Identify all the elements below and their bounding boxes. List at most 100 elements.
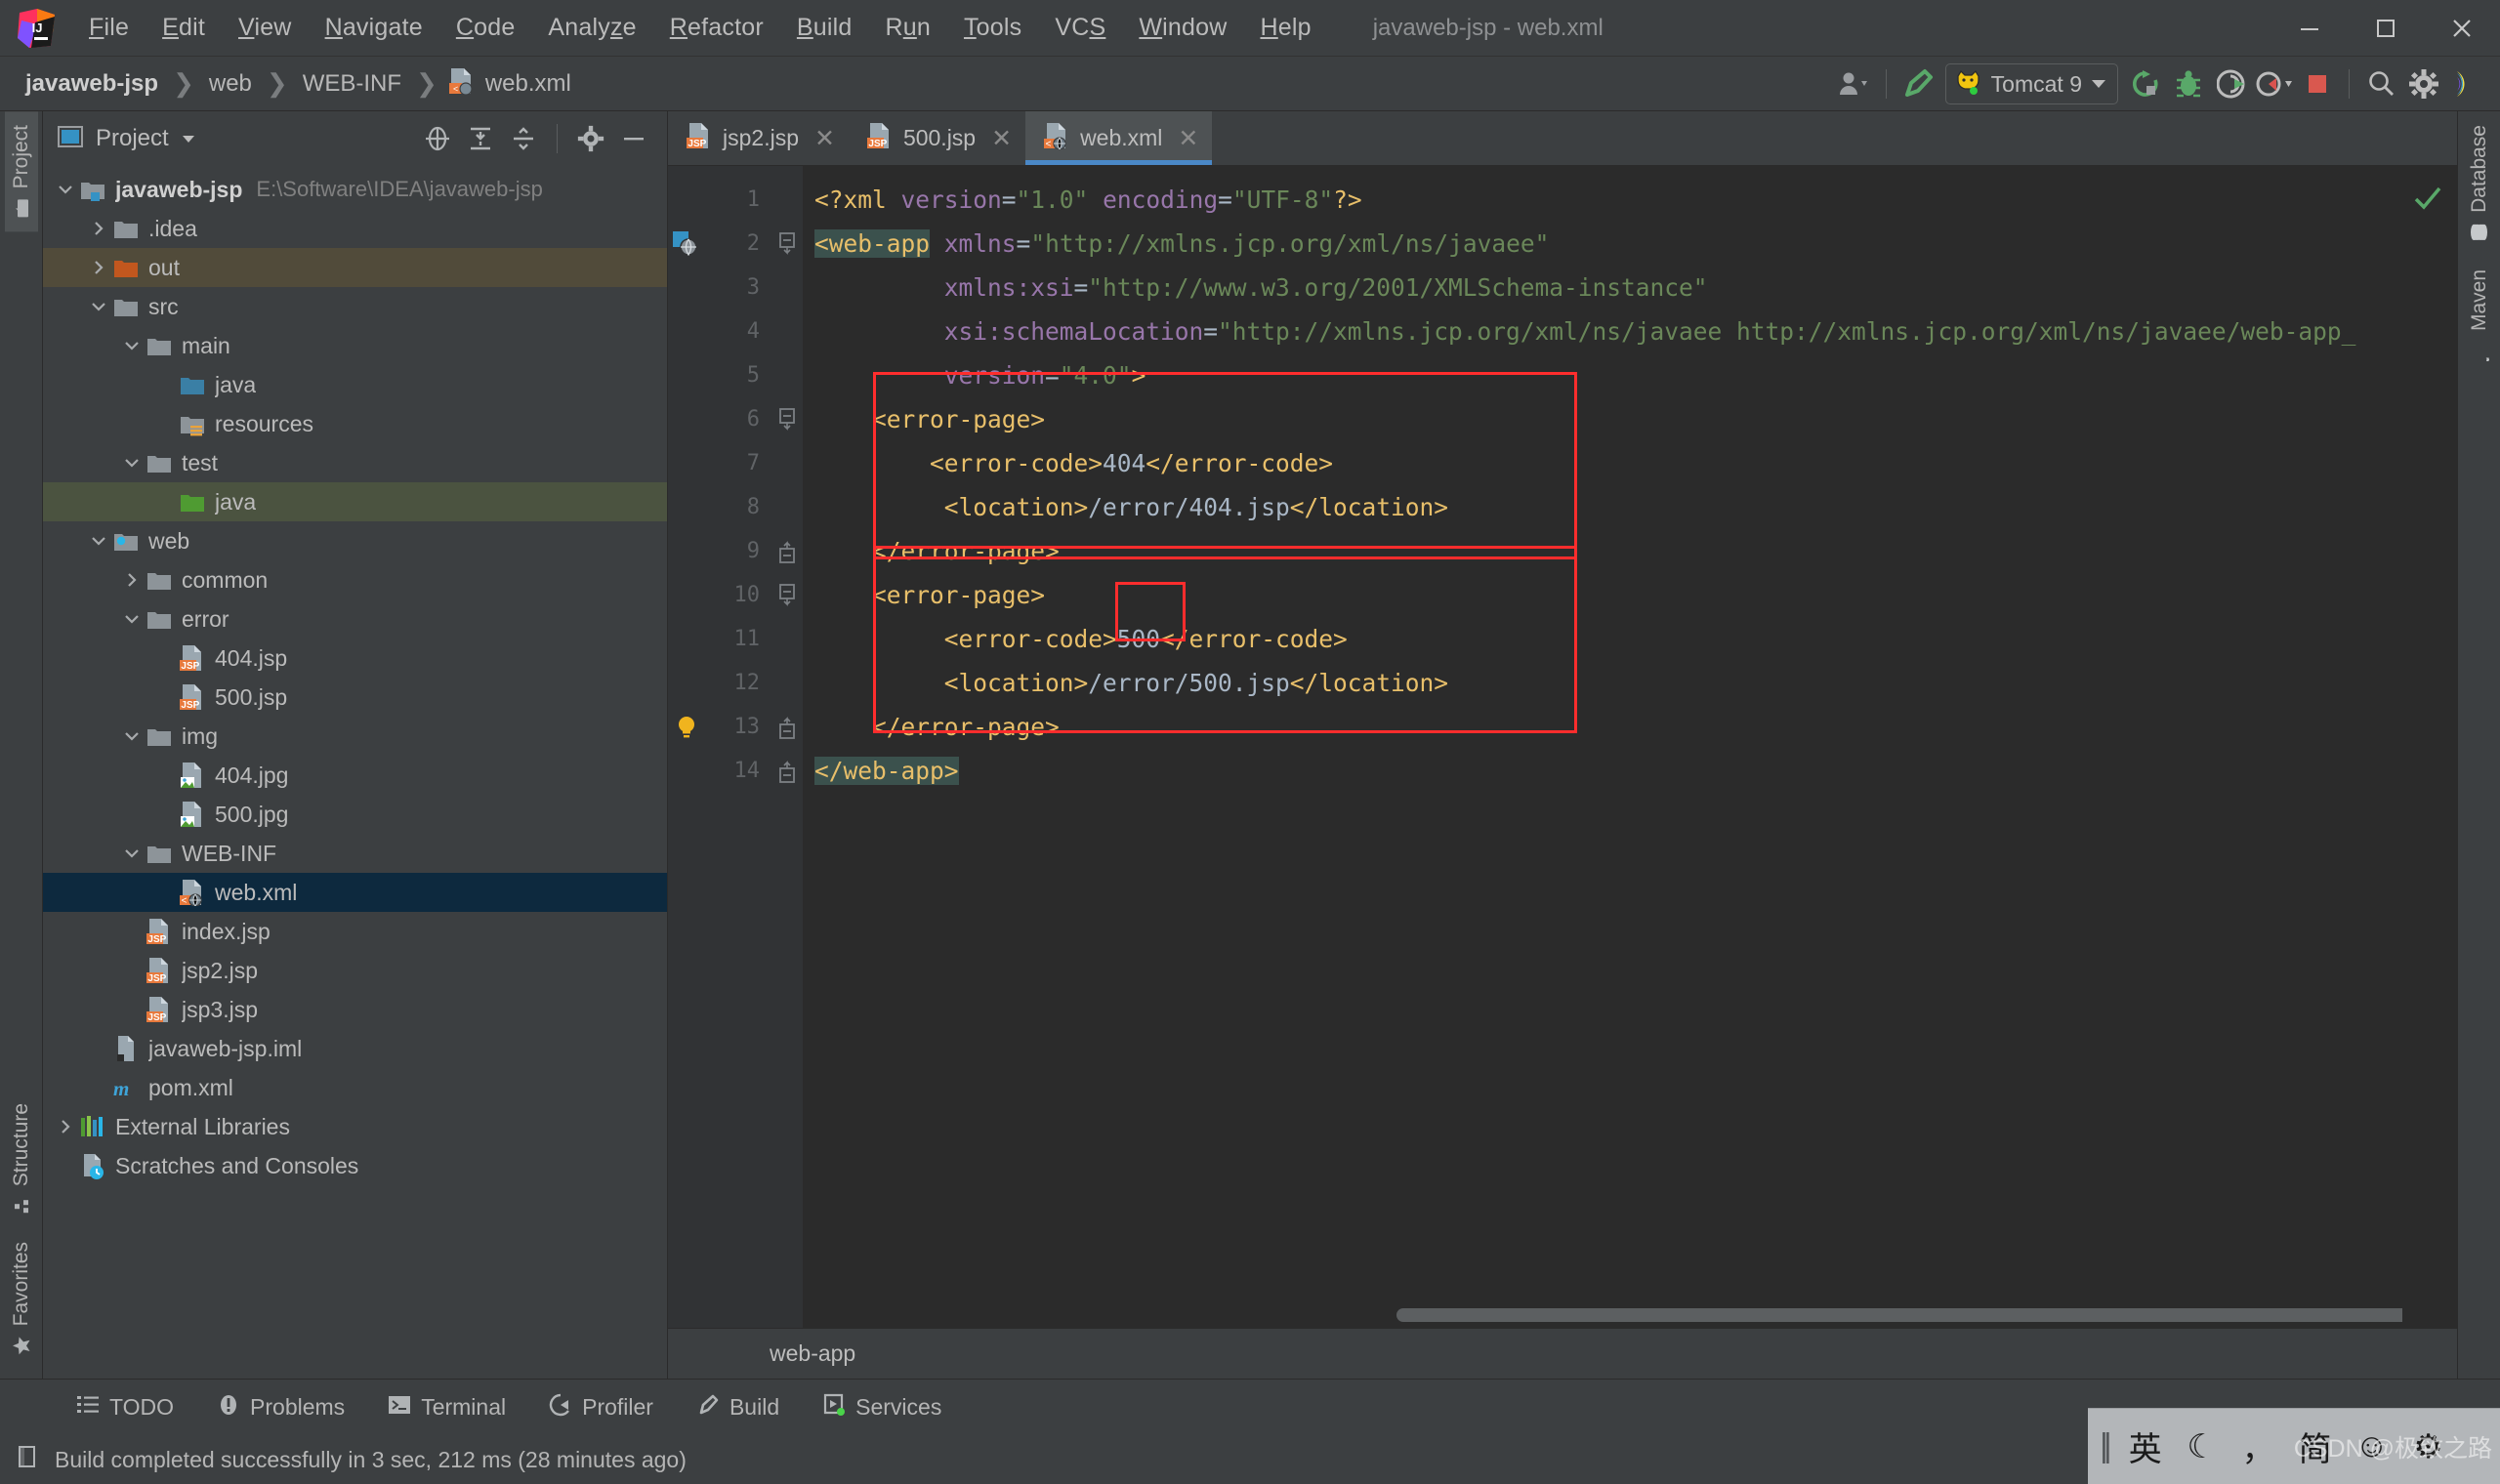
line-number[interactable]: 1 xyxy=(668,178,773,222)
intention-bulb-icon[interactable] xyxy=(672,705,701,749)
tree-node-scratches-and-consoles[interactable]: Scratches and Consoles xyxy=(43,1146,667,1185)
code-line[interactable]: <error-page> xyxy=(803,573,2402,617)
line-number[interactable]: 12 xyxy=(668,661,773,705)
menu-item-window[interactable]: Window xyxy=(1122,8,1243,48)
xml-descriptor-gutter-icon[interactable] xyxy=(672,222,701,266)
code-line[interactable]: <location>/error/500.jsp</location> xyxy=(803,661,2402,705)
line-number[interactable]: 6 xyxy=(668,397,773,441)
tree-node-index-jsp[interactable]: JSP index.jsp xyxy=(43,912,667,951)
tree-node-javaweb-jsp-iml[interactable]: javaweb-jsp.iml xyxy=(43,1029,667,1068)
menu-item-file[interactable]: File xyxy=(72,8,146,48)
line-number[interactable]: 13 xyxy=(668,705,773,749)
editor-tab-jsp2-jsp[interactable]: JSP jsp2.jsp ✕ xyxy=(668,111,849,165)
code-line[interactable]: </error-page> xyxy=(803,529,2402,573)
tree-node-web-xml[interactable]: < web.xml xyxy=(43,873,667,912)
hide-icon[interactable] xyxy=(614,119,653,158)
tree-node-resources[interactable]: resources xyxy=(43,404,667,443)
chevron-down-icon[interactable] xyxy=(119,725,145,747)
rerun-icon[interactable] xyxy=(2124,61,2167,107)
tree-node-web-inf[interactable]: WEB-INF xyxy=(43,834,667,873)
ime-settings-icon[interactable]: ⚙ xyxy=(2400,1419,2457,1475)
breadcrumb-item-web[interactable]: web xyxy=(205,68,256,100)
gear-icon[interactable] xyxy=(571,119,610,158)
tree-node-500-jpg[interactable]: 500.jpg xyxy=(43,795,667,834)
sidebar-tab-favorites[interactable]: Favorites xyxy=(5,1228,38,1369)
settings-icon[interactable] xyxy=(2402,61,2445,107)
code-line[interactable]: </error-page> xyxy=(803,705,2402,749)
sidebar-tab-structure[interactable]: Structure xyxy=(5,1090,38,1227)
fold-marker[interactable] xyxy=(773,529,803,573)
breadcrumb-item-project[interactable]: javaweb-jsp xyxy=(21,68,162,100)
tree-node-jsp2-jsp[interactable]: JSP jsp2.jsp xyxy=(43,951,667,990)
code-line[interactable]: version="4.0"> xyxy=(803,353,2402,397)
tree-node-404-jpg[interactable]: 404.jpg xyxy=(43,756,667,795)
chevron-down-icon[interactable] xyxy=(53,179,78,200)
line-number[interactable]: 5 xyxy=(668,353,773,397)
stop-icon[interactable] xyxy=(2296,61,2339,107)
ime-drag-handle[interactable]: || xyxy=(2096,1427,2117,1465)
code-line[interactable]: <location>/error/404.jsp</location> xyxy=(803,485,2402,529)
menu-item-analyze[interactable]: Analyze xyxy=(531,8,652,48)
code-line[interactable]: <?xml version="1.0" encoding="UTF-8"?> xyxy=(803,178,2402,222)
main-toolbar[interactable]: Tomcat 9 xyxy=(1833,57,2488,111)
run-coverage-icon[interactable] xyxy=(2210,61,2253,107)
maximize-button[interactable] xyxy=(2348,0,2424,57)
editor-tabs[interactable]: JSP jsp2.jsp ✕ JSP 500.jsp ✕ < web.xml ✕ xyxy=(668,111,2457,166)
code-line[interactable]: xmlns:xsi="http://www.w3.org/2001/XMLSch… xyxy=(803,266,2402,309)
horizontal-scrollbar[interactable] xyxy=(908,1308,2402,1322)
code-line[interactable]: <error-code>404</error-code> xyxy=(803,441,2402,485)
tree-node--idea[interactable]: .idea xyxy=(43,209,667,248)
menu-item-tools[interactable]: Tools xyxy=(947,8,1038,48)
expand-all-icon[interactable] xyxy=(461,119,500,158)
user-icon[interactable] xyxy=(1833,61,1876,107)
breadcrumb-item-webinf[interactable]: WEB-INF xyxy=(299,68,405,100)
chevron-down-icon[interactable] xyxy=(119,843,145,864)
menu-item-navigate[interactable]: Navigate xyxy=(309,8,439,48)
tool-window-todo[interactable]: TODO xyxy=(55,1387,195,1428)
menu-item-edit[interactable]: Edit xyxy=(146,8,222,48)
line-number[interactable]: 4 xyxy=(668,309,773,353)
line-number[interactable]: 8 xyxy=(668,485,773,529)
menu-item-refactor[interactable]: Refactor xyxy=(653,8,780,48)
menu-item-code[interactable]: Code xyxy=(439,8,532,48)
editor-tab-500-jsp[interactable]: JSP 500.jsp ✕ xyxy=(849,111,1025,165)
fold-marker[interactable] xyxy=(773,749,803,793)
fold-marker[interactable] xyxy=(773,222,803,266)
tree-node-web[interactable]: web xyxy=(43,521,667,560)
sidebar-tab-project[interactable]: Project xyxy=(4,111,38,232)
updates-icon[interactable] xyxy=(2445,61,2488,107)
close-icon[interactable]: ✕ xyxy=(814,124,835,153)
code-content[interactable]: <?xml version="1.0" encoding="UTF-8"?> <w… xyxy=(803,166,2402,1328)
ime-moon-icon[interactable]: ☾ xyxy=(2174,1419,2230,1475)
line-number[interactable]: 3 xyxy=(668,266,773,309)
sidebar-tab-database[interactable]: Database xyxy=(2463,111,2496,256)
tool-window-build[interactable]: Build xyxy=(675,1387,801,1428)
project-view-chevron-down-icon[interactable] xyxy=(182,135,194,143)
editor-fold-column[interactable] xyxy=(773,166,803,1328)
breadcrumb[interactable]: javaweb-jsp ❯ web ❯ WEB-INF ❯ < web.xml xyxy=(21,67,575,100)
breadcrumb-item-file[interactable]: web.xml xyxy=(481,68,575,100)
fold-marker[interactable] xyxy=(773,397,803,441)
profile-icon[interactable] xyxy=(2253,61,2296,107)
code-line[interactable]: <error-page> xyxy=(803,397,2402,441)
ime-emoji-icon[interactable]: ☺ xyxy=(2344,1419,2400,1475)
chevron-down-icon[interactable] xyxy=(2092,80,2105,88)
tree-node-500-jsp[interactable]: JSP 500.jsp xyxy=(43,678,667,717)
menu-item-build[interactable]: Build xyxy=(780,8,869,48)
tree-node-img[interactable]: img xyxy=(43,717,667,756)
code-line[interactable]: xsi:schemaLocation="http://xmlns.jcp.org… xyxy=(803,309,2402,353)
line-number[interactable]: 11 xyxy=(668,617,773,661)
chevron-down-icon[interactable] xyxy=(86,296,111,317)
ime-toolbar[interactable]: || 英 ☾ ， 简 ☺ ⚙ xyxy=(2088,1408,2500,1484)
close-button[interactable] xyxy=(2424,0,2500,57)
tree-node-error[interactable]: error xyxy=(43,599,667,639)
tree-node-pom-xml[interactable]: m pom.xml xyxy=(43,1068,667,1107)
fold-marker[interactable] xyxy=(773,705,803,749)
build-hammer-icon[interactable] xyxy=(1896,61,1939,107)
chevron-down-icon[interactable] xyxy=(119,335,145,356)
run-configuration-selector[interactable]: Tomcat 9 xyxy=(1944,63,2118,104)
chevron-down-icon[interactable] xyxy=(119,608,145,630)
menu-item-run[interactable]: Run xyxy=(868,8,946,48)
project-tree[interactable]: javaweb-jsp E:\Software\IDEA\javaweb-jsp.… xyxy=(43,166,667,1379)
editor-breadcrumb[interactable]: web-app xyxy=(668,1328,2457,1379)
